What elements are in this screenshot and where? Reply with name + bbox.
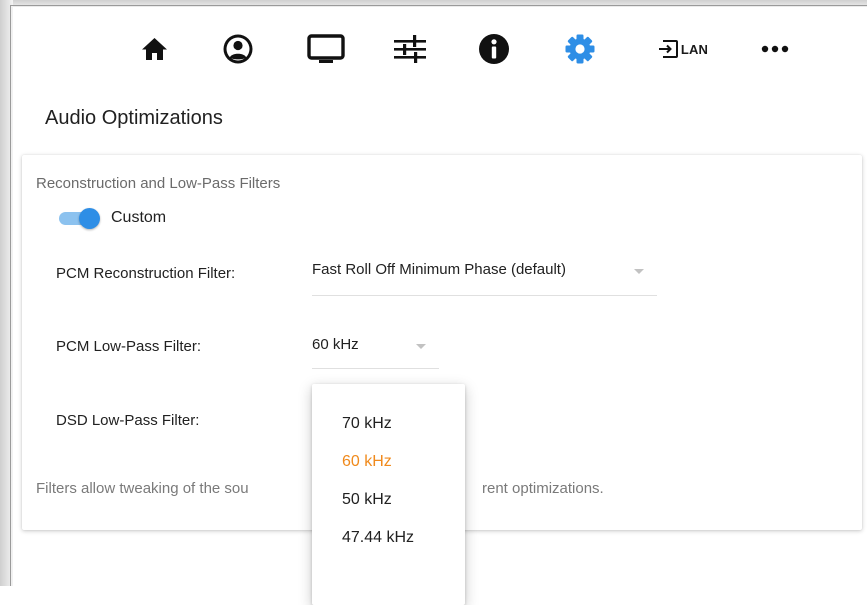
pcm-lowpass-dropdown-menu: 70 kHz 60 kHz 50 kHz 47.44 kHz (312, 384, 465, 605)
page-title: Audio Optimizations (45, 107, 223, 129)
custom-toggle[interactable] (57, 207, 103, 229)
input-icon (658, 40, 678, 58)
window-edge-top (10, 5, 867, 6)
pcm-lowpass-value: 60 kHz (312, 336, 359, 353)
help-text-right: rent optimizations. (482, 480, 604, 497)
nav-input-lan[interactable]: LAN (648, 28, 718, 70)
top-nav: LAN (0, 28, 867, 70)
nav-info[interactable] (474, 28, 514, 70)
option-50khz[interactable]: 50 kHz (342, 491, 392, 509)
chevron-down-icon (634, 269, 644, 274)
nav-profile[interactable] (218, 28, 258, 70)
pcm-reconstruction-select[interactable]: Fast Roll Off Minimum Phase (default) (312, 261, 657, 296)
window-frame-left (0, 0, 13, 586)
profile-icon (223, 34, 253, 64)
sliders-icon (394, 35, 426, 63)
chevron-down-icon (416, 344, 426, 349)
section-heading: Reconstruction and Low-Pass Filters (36, 175, 281, 192)
input-label: LAN (680, 41, 709, 57)
dsd-lowpass-label: DSD Low-Pass Filter: (56, 412, 200, 429)
pcm-reconstruction-value: Fast Roll Off Minimum Phase (default) (312, 261, 566, 278)
pcm-lowpass-label: PCM Low-Pass Filter: (56, 338, 202, 355)
nav-settings[interactable] (560, 28, 600, 70)
help-text-left: Filters allow tweaking of the sou (36, 480, 249, 497)
pcm-lowpass-select[interactable]: 60 kHz (312, 336, 439, 369)
toggle-knob (79, 208, 100, 229)
window-edge (10, 5, 11, 586)
option-60khz[interactable]: 60 kHz (342, 453, 392, 471)
gear-icon (565, 34, 595, 64)
custom-toggle-label: Custom (111, 209, 167, 226)
option-70khz[interactable]: 70 kHz (342, 415, 392, 433)
pcm-reconstruction-label: PCM Reconstruction Filter: (56, 265, 236, 282)
info-icon (479, 34, 509, 64)
nav-settings-sliders[interactable] (389, 28, 431, 70)
nav-display[interactable] (304, 28, 348, 70)
home-icon (141, 38, 167, 60)
nav-more[interactable] (755, 28, 795, 70)
option-47-44khz[interactable]: 47.44 kHz (342, 529, 414, 547)
display-icon (307, 34, 345, 63)
more-icon (761, 45, 789, 53)
nav-home[interactable] (136, 28, 172, 70)
